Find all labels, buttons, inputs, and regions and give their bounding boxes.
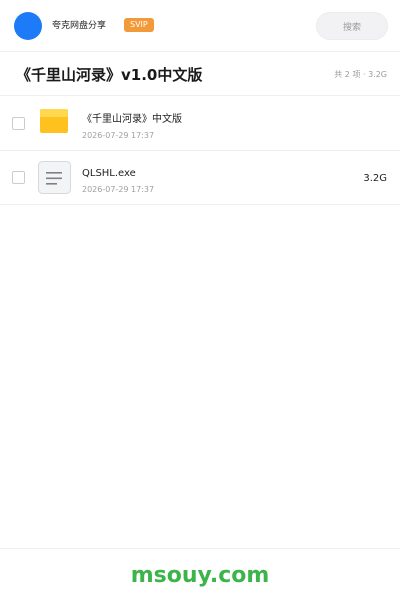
file-checkbox[interactable]: [12, 117, 25, 130]
file-size: 3.2G: [363, 173, 387, 184]
share-title-row: 《千里山河录》v1.0中文版 共 2 项 · 3.2G: [0, 52, 400, 96]
page-title: 《千里山河录》v1.0中文版: [16, 66, 203, 84]
folder-icon: [40, 109, 68, 133]
search-label: 搜索: [342, 22, 361, 33]
file-name[interactable]: 《千里山河录》中文版: [82, 113, 182, 127]
file-checkbox[interactable]: [12, 171, 25, 184]
share-meta: 共 2 项 · 3.2G: [334, 70, 387, 79]
avatar[interactable]: [14, 12, 42, 40]
file-name[interactable]: QLSHL.exe: [82, 167, 136, 181]
svip-badge: SVIP: [124, 18, 154, 32]
document-icon: [38, 161, 71, 194]
file-row-folder[interactable]: 《千里山河录》中文版 2026-07-29 17:37: [0, 97, 400, 151]
watermark-text: msouy.com: [130, 563, 270, 588]
header-bar: 夸克网盘分享 SVIP 搜索: [0, 0, 400, 52]
user-name[interactable]: 夸克网盘分享: [52, 19, 106, 33]
search-button[interactable]: 搜索: [316, 12, 388, 40]
file-row-exe[interactable]: QLSHL.exe 2026-07-29 17:37 3.2G: [0, 151, 400, 205]
footer-bar: msouy.com: [0, 548, 400, 600]
share-page: 夸克网盘分享 SVIP 搜索 《千里山河录》v1.0中文版 共 2 项 · 3.…: [0, 0, 400, 600]
file-date: 2026-07-29 17:37: [82, 131, 155, 140]
file-date: 2026-07-29 17:37: [82, 185, 155, 194]
